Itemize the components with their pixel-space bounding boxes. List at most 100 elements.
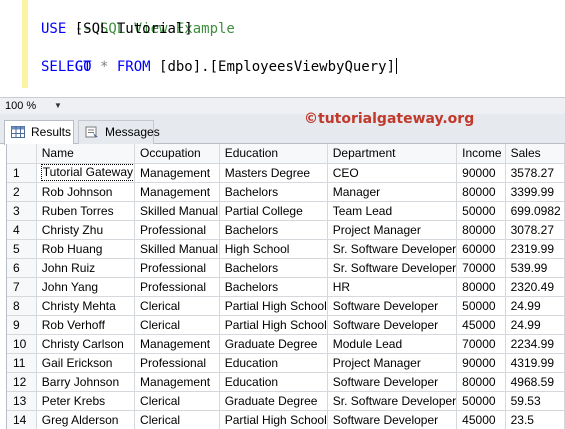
cell-sales[interactable]: 59.53 bbox=[505, 391, 565, 411]
cell-department[interactable]: Project Manager bbox=[327, 220, 458, 240]
cell-education[interactable]: Partial High School bbox=[219, 410, 328, 429]
cell-occupation[interactable]: Professional bbox=[134, 277, 220, 297]
row-number[interactable]: 1 bbox=[7, 163, 37, 183]
cell-name[interactable]: Christy Mehta bbox=[36, 296, 136, 316]
cell-income[interactable]: 90000 bbox=[456, 163, 506, 183]
cell-occupation[interactable]: Professional bbox=[134, 353, 220, 373]
cell-income[interactable]: 80000 bbox=[456, 182, 506, 202]
cell-name[interactable]: Rob Huang bbox=[36, 239, 136, 259]
cell-income[interactable]: 90000 bbox=[456, 353, 506, 373]
cell-name[interactable]: Tutorial Gateway bbox=[36, 163, 136, 183]
cell-name[interactable]: John Yang bbox=[36, 277, 136, 297]
cell-sales[interactable]: 699.0982 bbox=[505, 201, 565, 221]
cell-occupation[interactable]: Management bbox=[134, 163, 220, 183]
cell-sales[interactable]: 3078.27 bbox=[505, 220, 565, 240]
cell-education[interactable]: Graduate Degree bbox=[219, 334, 328, 354]
cell-occupation[interactable]: Management bbox=[134, 182, 220, 202]
cell-occupation[interactable]: Clerical bbox=[134, 296, 220, 316]
cell-department[interactable]: Module Lead bbox=[327, 334, 458, 354]
cell-occupation[interactable]: Management bbox=[134, 334, 220, 354]
cell-income[interactable]: 80000 bbox=[456, 372, 506, 392]
cell-education[interactable]: Masters Degree bbox=[219, 163, 328, 183]
cell-sales[interactable]: 4968.59 bbox=[505, 372, 565, 392]
table-row[interactable]: 1 Tutorial Gateway Management Masters Degre… bbox=[7, 163, 565, 183]
cell-name[interactable]: Christy Carlson bbox=[36, 334, 136, 354]
cell-occupation[interactable]: Professional bbox=[134, 258, 220, 278]
table-row[interactable]: 11 Gail Erickson Professional Education Proj… bbox=[7, 353, 565, 373]
cell-department[interactable]: Manager bbox=[327, 182, 458, 202]
cell-name[interactable]: Gail Erickson bbox=[36, 353, 136, 373]
table-row[interactable]: 7 John Yang Professional Bachelors HR 80000 23… bbox=[7, 277, 565, 297]
cell-name[interactable]: John Ruiz bbox=[36, 258, 136, 278]
cell-occupation[interactable]: Clerical bbox=[134, 315, 220, 335]
cell-occupation[interactable]: Skilled Manual bbox=[134, 201, 220, 221]
cell-education[interactable]: Bachelors bbox=[219, 182, 328, 202]
row-number[interactable]: 5 bbox=[7, 239, 37, 259]
table-row[interactable]: 3 Ruben Torres Skilled Manual Partial Colle… bbox=[7, 201, 565, 221]
cell-sales[interactable]: 24.99 bbox=[505, 296, 565, 316]
cell-education[interactable]: Partial College bbox=[219, 201, 328, 221]
table-row[interactable]: 8 Christy Mehta Clerical Partial High Schoo… bbox=[7, 296, 565, 316]
row-number[interactable]: 8 bbox=[7, 296, 37, 316]
cell-sales[interactable]: 4319.99 bbox=[505, 353, 565, 373]
row-number[interactable]: 10 bbox=[7, 334, 37, 354]
cell-department[interactable]: Sr. Software Developer bbox=[327, 239, 458, 259]
cell-occupation[interactable]: Professional bbox=[134, 220, 220, 240]
cell-education[interactable]: Graduate Degree bbox=[219, 391, 328, 411]
column-header-education[interactable]: Education bbox=[219, 144, 328, 164]
cell-name[interactable]: Rob Verhoff bbox=[36, 315, 136, 335]
row-number[interactable]: 12 bbox=[7, 372, 37, 392]
cell-department[interactable]: Software Developer bbox=[327, 410, 458, 429]
table-row[interactable]: 6 John Ruiz Professional Bachelors Sr. Softw… bbox=[7, 258, 565, 278]
cell-sales[interactable]: 539.99 bbox=[505, 258, 565, 278]
cell-education[interactable]: Partial High School bbox=[219, 296, 328, 316]
cell-sales[interactable]: 2234.99 bbox=[505, 334, 565, 354]
cell-sales[interactable]: 3578.27 bbox=[505, 163, 565, 183]
cell-department[interactable]: Sr. Software Developer bbox=[327, 391, 458, 411]
row-number[interactable]: 11 bbox=[7, 353, 37, 373]
chevron-down-icon[interactable]: ▼ bbox=[54, 99, 62, 113]
cell-occupation[interactable]: Management bbox=[134, 372, 220, 392]
cell-sales[interactable]: 24.99 bbox=[505, 315, 565, 335]
cell-education[interactable]: Bachelors bbox=[219, 277, 328, 297]
row-number[interactable]: 7 bbox=[7, 277, 37, 297]
cell-name[interactable]: Rob Johnson bbox=[36, 182, 136, 202]
zoom-dropdown[interactable]: 100 % ▼ bbox=[3, 99, 63, 113]
cell-education[interactable]: Bachelors bbox=[219, 258, 328, 278]
cell-education[interactable]: Partial High School bbox=[219, 315, 328, 335]
table-row[interactable]: 9 Rob Verhoff Clerical Partial High School S… bbox=[7, 315, 565, 335]
cell-education[interactable]: Education bbox=[219, 353, 328, 373]
column-header-name[interactable]: Name bbox=[36, 144, 136, 164]
cell-name[interactable]: Barry Johnson bbox=[36, 372, 136, 392]
cell-income[interactable]: 45000 bbox=[456, 410, 506, 429]
cell-sales[interactable]: 2320.49 bbox=[505, 277, 565, 297]
table-row[interactable]: 5 Rob Huang Skilled Manual High School Sr. S… bbox=[7, 239, 565, 259]
cell-department[interactable]: Software Developer bbox=[327, 296, 458, 316]
cell-sales[interactable]: 2319.99 bbox=[505, 239, 565, 259]
row-number[interactable]: 3 bbox=[7, 201, 37, 221]
cell-income[interactable]: 50000 bbox=[456, 391, 506, 411]
cell-department[interactable]: HR bbox=[327, 277, 458, 297]
row-number[interactable]: 4 bbox=[7, 220, 37, 240]
cell-income[interactable]: 50000 bbox=[456, 201, 506, 221]
cell-name[interactable]: Peter Krebs bbox=[36, 391, 136, 411]
row-number-header[interactable] bbox=[7, 144, 37, 164]
cell-education[interactable]: Education bbox=[219, 372, 328, 392]
column-header-income[interactable]: Income bbox=[456, 144, 506, 164]
cell-occupation[interactable]: Skilled Manual bbox=[134, 239, 220, 259]
cell-income[interactable]: 45000 bbox=[456, 315, 506, 335]
table-row[interactable]: 12 Barry Johnson Management Education Softwa… bbox=[7, 372, 565, 392]
cell-income[interactable]: 50000 bbox=[456, 296, 506, 316]
column-header-department[interactable]: Department bbox=[327, 144, 458, 164]
cell-occupation[interactable]: Clerical bbox=[134, 410, 220, 429]
cell-department[interactable]: Team Lead bbox=[327, 201, 458, 221]
cell-income[interactable]: 70000 bbox=[456, 258, 506, 278]
sql-editor[interactable]: -- SQL View Example USE [SQL Tutorial] G… bbox=[0, 0, 565, 97]
cell-sales[interactable]: 3399.99 bbox=[505, 182, 565, 202]
table-row[interactable]: 13 Peter Krebs Clerical Graduate Degree Sr. … bbox=[7, 391, 565, 411]
row-number[interactable]: 13 bbox=[7, 391, 37, 411]
row-number[interactable]: 14 bbox=[7, 410, 37, 429]
cell-income[interactable]: 80000 bbox=[456, 220, 506, 240]
cell-department[interactable]: CEO bbox=[327, 163, 458, 183]
row-number[interactable]: 2 bbox=[7, 182, 37, 202]
